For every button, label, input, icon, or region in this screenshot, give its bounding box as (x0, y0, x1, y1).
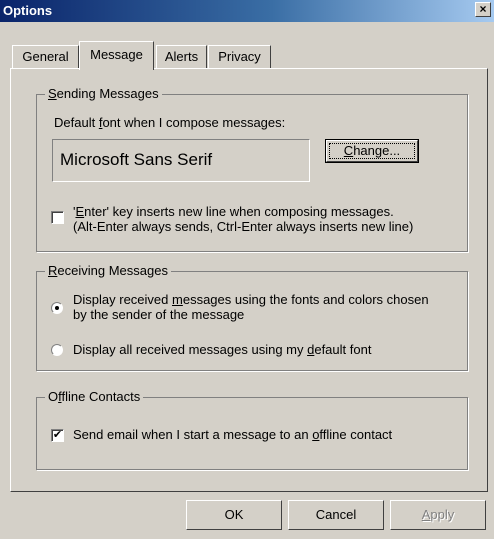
tab-message[interactable]: Message (79, 41, 154, 70)
default-font-label: Default font when I compose messages: (54, 115, 286, 130)
title-bar[interactable]: Options × (0, 0, 494, 22)
enter-newline-checkbox[interactable] (51, 211, 64, 224)
close-button[interactable]: × (475, 2, 491, 17)
ok-button-label: OK (224, 507, 244, 522)
offline-email-checkbox[interactable]: ✔ (51, 429, 64, 442)
tab-label: General (22, 49, 69, 64)
offline-email-label[interactable]: Send email when I start a message to an … (73, 427, 392, 442)
close-icon: × (479, 2, 487, 16)
group-label-sending: Sending Messages (45, 86, 162, 101)
cancel-button-label: Cancel (315, 507, 357, 522)
tab-label: Message (90, 47, 143, 62)
window-title: Options (3, 3, 53, 18)
radio-default-font[interactable] (51, 344, 63, 356)
enter-newline-sublabel: (Alt-Enter always sends, Ctrl-Enter alwa… (73, 219, 414, 234)
apply-button[interactable]: Apply (390, 500, 486, 530)
tab-label: Alerts (164, 49, 199, 64)
tab-privacy[interactable]: Privacy (208, 45, 271, 68)
enter-newline-label[interactable]: 'Enter' key inserts new line when compos… (73, 204, 394, 219)
group-label-receiving: Receiving Messages (45, 263, 171, 278)
sender-fonts-sublabel: by the sender of the message (73, 307, 245, 322)
change-font-button[interactable]: Change... (325, 139, 419, 163)
radio-selected-dot (55, 306, 59, 310)
group-label-offline: Offline Contacts (45, 389, 144, 404)
tab-general[interactable]: General (12, 45, 79, 68)
checkmark-icon: ✔ (52, 429, 63, 441)
change-button-label: Change... (329, 143, 415, 159)
cancel-button[interactable]: Cancel (288, 500, 384, 530)
font-preview-box: Microsoft Sans Serif (52, 139, 310, 182)
tab-label: Privacy (218, 49, 261, 64)
radio-sender-fonts[interactable] (51, 302, 63, 314)
sender-fonts-label[interactable]: Display received messages using the font… (73, 292, 429, 307)
default-font-option-label[interactable]: Display all received messages using my d… (73, 342, 371, 357)
ok-button[interactable]: OK (186, 500, 282, 530)
apply-button-label: Apply (421, 507, 455, 522)
options-dialog: Options × General Message Alerts Privacy… (0, 0, 494, 539)
tab-alerts[interactable]: Alerts (156, 45, 207, 68)
